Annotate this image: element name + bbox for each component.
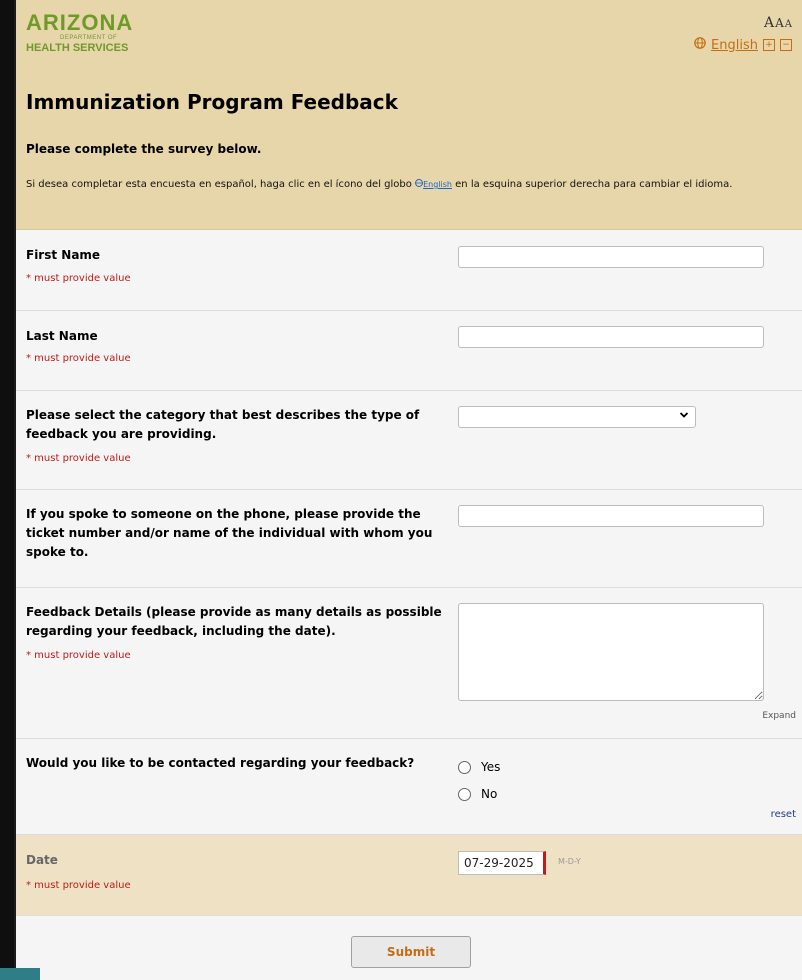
expand-link[interactable]: Expand [762, 711, 796, 721]
chevron-down-icon [679, 410, 689, 423]
date-label: Date [26, 853, 58, 867]
feedback-details-textarea[interactable] [458, 603, 764, 701]
details-row: Feedback Details (please provide as many… [16, 588, 802, 739]
ticket-row: If you spoke to someone on the phone, pl… [16, 490, 802, 588]
collapse-minus-icon[interactable]: − [780, 39, 792, 51]
details-label: Feedback Details (please provide as many… [26, 605, 442, 638]
category-select[interactable] [458, 406, 696, 428]
last-name-required: * must provide value [26, 353, 131, 364]
font-size-small[interactable]: A [785, 19, 792, 30]
submit-row: Submit [16, 916, 802, 980]
adhs-logo: ARIZONA DEPARTMENT OF HEALTH SERVICES [26, 10, 134, 55]
instructions: Please complete the survey below. [26, 142, 262, 156]
reset-link[interactable]: reset [771, 809, 796, 820]
globe-small-icon [415, 179, 424, 190]
language-selector: English + − [694, 37, 792, 53]
last-name-label: Last Name [26, 329, 98, 343]
globe-icon[interactable] [694, 37, 706, 53]
ticket-label: If you spoke to someone on the phone, pl… [26, 507, 433, 559]
submit-button[interactable]: Submit [351, 936, 471, 968]
font-size-controls: AAA [763, 12, 792, 31]
ticket-input[interactable] [458, 505, 764, 527]
category-label: Please select the category that best des… [26, 408, 420, 441]
radio-yes[interactable] [458, 760, 471, 774]
survey-header: ARIZONA DEPARTMENT OF HEALTH SERVICES AA… [16, 0, 802, 230]
background-corner [0, 968, 40, 980]
page-title: Immunization Program Feedback [26, 90, 398, 114]
date-input[interactable]: 07-29-2025 [458, 851, 546, 875]
first-name-input[interactable] [458, 246, 764, 268]
contact-option-no[interactable]: No [458, 787, 497, 801]
category-row: Please select the category that best des… [16, 391, 802, 490]
category-required: * must provide value [26, 453, 131, 464]
font-size-medium[interactable]: A [775, 16, 784, 30]
language-link[interactable]: English [711, 38, 758, 53]
date-row: Date * must provide value 07-29-2025 M-D… [16, 835, 802, 916]
last-name-row: Last Name * must provide value [16, 311, 802, 391]
date-required: * must provide value [26, 880, 131, 891]
spanish-instructions: Si desea completar esta encuesta en espa… [26, 179, 733, 190]
date-format-hint: M-D-Y [558, 857, 581, 866]
last-name-input[interactable] [458, 326, 764, 348]
window-shadow [0, 0, 14, 970]
details-required: * must provide value [26, 650, 131, 661]
contact-option-yes[interactable]: Yes [458, 760, 500, 774]
font-size-large[interactable]: A [764, 15, 774, 31]
spanish-language-link[interactable]: English [423, 180, 452, 189]
first-name-label: First Name [26, 248, 101, 262]
contact-row: Would you like to be contacted regarding… [16, 739, 802, 835]
expand-plus-icon[interactable]: + [763, 39, 775, 51]
radio-no[interactable] [458, 787, 471, 801]
contact-label: Would you like to be contacted regarding… [26, 756, 415, 770]
first-name-required: * must provide value [26, 273, 131, 284]
first-name-row: First Name * must provide value [16, 230, 802, 311]
survey-page: ARIZONA DEPARTMENT OF HEALTH SERVICES AA… [12, 0, 802, 980]
